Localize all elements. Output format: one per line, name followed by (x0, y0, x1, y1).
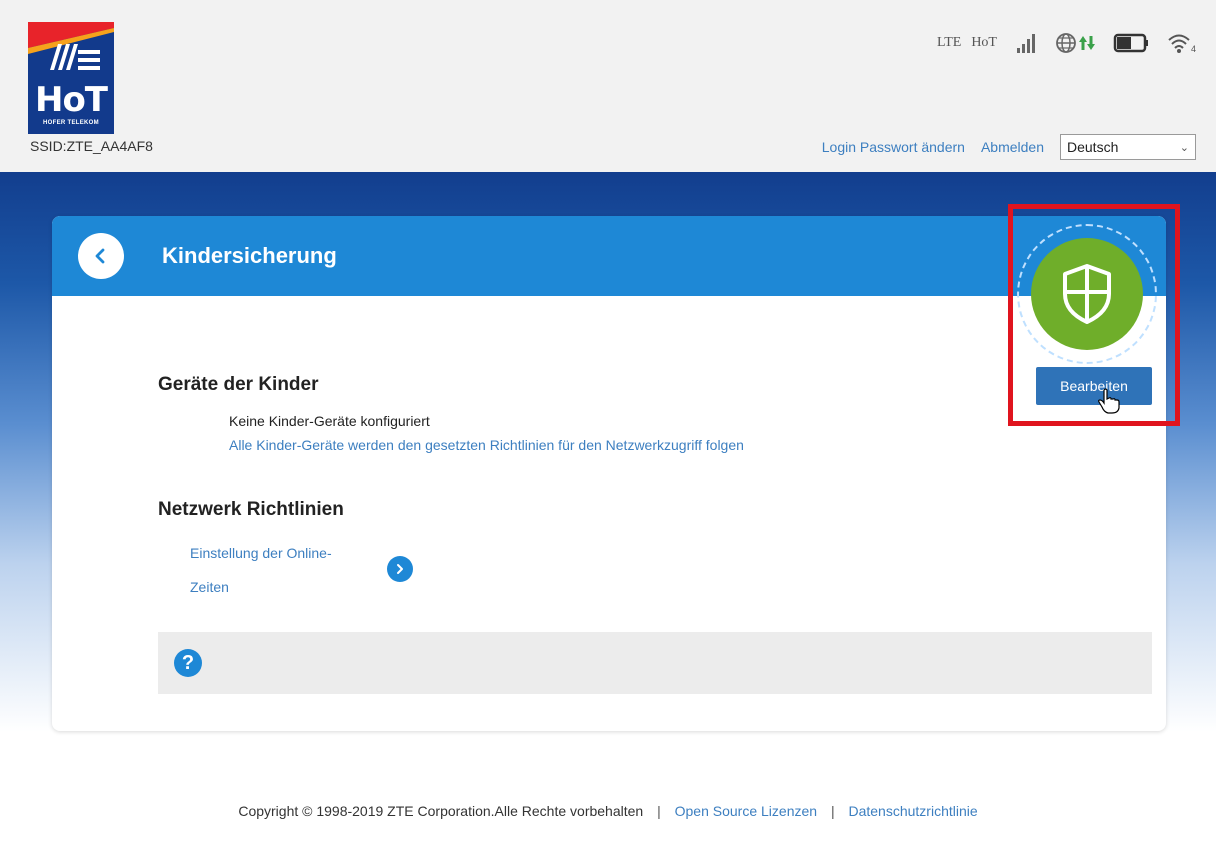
back-button[interactable] (78, 233, 124, 279)
children-devices-status: Keine Kinder-Geräte konfiguriert (229, 413, 430, 429)
wifi-icon (1168, 34, 1190, 53)
ssid-label: SSID:ZTE_AA4AF8 (30, 138, 153, 154)
open-source-link[interactable]: Open Source Lizenzen (675, 803, 817, 819)
header: HoT HOFER TELEKOM SSID:ZTE_AA4AF8 LTE Ho… (0, 0, 1216, 172)
footer-separator: | (830, 803, 835, 819)
status-bar: LTE HoT 4 (937, 28, 1196, 58)
copyright-text: Copyright © 1998-2019 ZTE Corporation.Al… (238, 803, 644, 819)
language-select[interactable]: Deutsch ⌄ (1060, 134, 1196, 160)
card-header: Kindersicherung (52, 216, 1166, 296)
hot-logo: HoT HOFER TELEKOM (28, 22, 114, 134)
network-type: LTE (936, 35, 962, 50)
parental-control-card: Kindersicherung Geräte der Kinder Keine … (52, 216, 1166, 731)
highlight-box (1008, 204, 1180, 426)
signal-icon (1016, 34, 1035, 53)
carrier-name: HoT (971, 35, 997, 50)
online-time-label-line1: Einstellung der Online- (190, 545, 332, 561)
help-bar: ? (158, 632, 1152, 694)
battery-icon (1113, 33, 1148, 53)
children-devices-title: Geräte der Kinder (158, 374, 319, 395)
language-selected: Deutsch (1067, 139, 1119, 155)
network-policies-title: Netzwerk Richtlinien (158, 499, 344, 520)
footer-separator: | (657, 803, 661, 819)
data-arrows-icon (1078, 36, 1095, 50)
chevron-down-icon: ⌄ (1179, 141, 1189, 154)
wifi-client-count: 4 (1190, 44, 1196, 54)
online-time-settings-link[interactable]: Einstellung der Online- Zeiten (190, 536, 390, 604)
header-links: Login Passwort ändern Abmelden Deutsch ⌄ (822, 134, 1196, 160)
children-devices-info: Alle Kinder-Geräte werden den gesetzten … (229, 437, 744, 453)
logo-subtext: HOFER TELEKOM (43, 120, 99, 126)
change-password-link[interactable]: Login Passwort ändern (822, 139, 965, 155)
logo-stripes (28, 22, 114, 70)
online-time-label-line2: Zeiten (190, 579, 229, 595)
logo-text: HoT (34, 80, 108, 120)
online-time-arrow-button[interactable] (387, 556, 413, 582)
page-title: Kindersicherung (162, 243, 337, 268)
chevron-right-icon (397, 564, 403, 574)
help-icon[interactable]: ? (174, 649, 202, 677)
back-chevron-icon (95, 248, 105, 264)
globe-icon (1056, 33, 1076, 53)
logout-link[interactable]: Abmelden (981, 139, 1044, 155)
footer: Copyright © 1998-2019 ZTE Corporation.Al… (0, 803, 1216, 819)
privacy-link[interactable]: Datenschutzrichtlinie (848, 803, 977, 819)
